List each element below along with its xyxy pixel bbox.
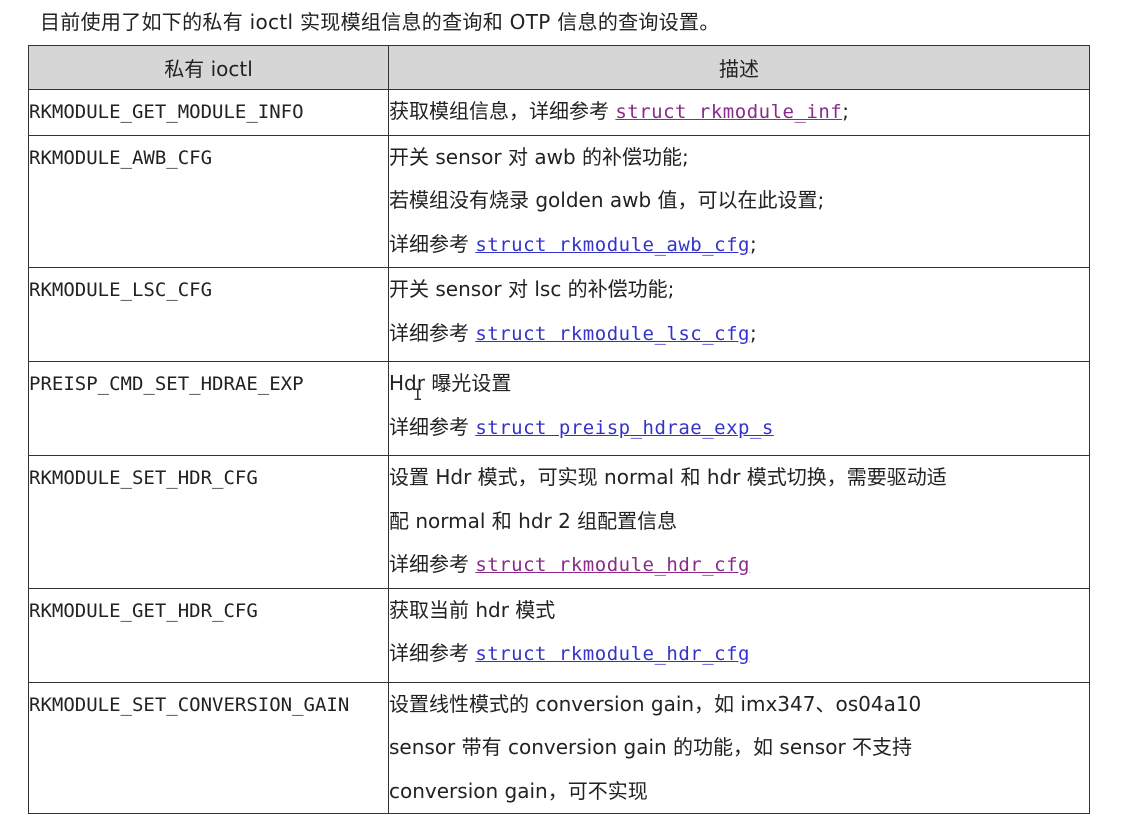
description-text: 设置 Hdr 模式，可实现 normal 和 hdr 模式切换，需要驱动适 [389,465,947,489]
description-line: 详细参考 struct rkmodule_hdr_cfg [389,632,1089,677]
table-row: RKMODULE_AWB_CFG 开关 sensor 对 awb 的补偿功能; 若模… [28,134,1090,268]
description-line: 若模组没有烧录 golden awb 值，可以在此设置; [389,179,1089,223]
struct-reference-link[interactable]: struct rkmodule_hdr_cfg [475,643,750,665]
description-text: 获取模组信息，详细参考 [389,99,616,123]
text-cursor-icon: I [413,385,423,404]
ioctl-name-cell: RKMODULE_SET_CONVERSION_GAIN [28,681,389,814]
ioctl-table: 私有 ioctl 描述 RKMODULE_GET_MODULE_INFO 获取模组… [28,45,1090,814]
description-text: conversion gain，可不实现 [389,778,648,803]
struct-reference-link[interactable]: struct rkmodule_awb_cfg [475,234,750,256]
table-header-row: 私有 ioctl 描述 [28,45,1090,90]
description-line: 详细参考 struct rkmodule_hdr_cfg [389,543,1089,588]
trailing-punctuation: ; [749,320,757,345]
ioctl-name-cell: PREISP_CMD_SET_HDRAE_EXP [28,361,389,456]
description-line: 详细参考 struct preisp_hdrae_exp_s [389,406,1089,451]
description-line: 开关 sensor 对 awb 的补偿功能; [389,136,1089,180]
struct-reference-link[interactable]: struct rkmodule_lsc_cfg [475,323,750,345]
description-text: 配 normal 和 hdr 2 组配置信息 [389,508,678,533]
description-text: 设置线性模式的 conversion gain，如 imx347、os04a10 [389,691,922,716]
ioctl-name-cell: RKMODULE_GET_MODULE_INFO [28,89,389,136]
description-text: Hdr 曝光设置 [389,371,512,395]
table-row: RKMODULE_GET_HDR_CFG 获取当前 hdr 模式 详细参考 stru… [28,587,1090,683]
description-text: 详细参考 [389,231,476,256]
description-line: 获取当前 hdr 模式 [389,589,1089,633]
description-text: 开关 sensor 对 lsc 的补偿功能; [389,277,675,301]
description-text: 详细参考 [389,641,476,665]
description-line: 设置 Hdr 模式，可实现 normal 和 hdr 模式切换，需要驱动适 [389,456,1089,500]
table-row: RKMODULE_GET_MODULE_INFO 获取模组信息，详细参考 stru… [28,89,1090,136]
description-line: Hdr 曝光设置 [389,362,1089,406]
struct-reference-link[interactable]: struct preisp_hdrae_exp_s [475,417,773,439]
description-line: 设置线性模式的 conversion gain，如 imx347、os04a10 [389,683,1089,727]
description-text: 详细参考 [389,320,476,345]
description-text: 详细参考 [389,414,476,439]
description-line: conversion gain，可不实现 [389,770,1089,814]
description-line: 获取模组信息，详细参考 struct rkmodule_inf; [389,90,1089,135]
ioctl-name-cell: RKMODULE_AWB_CFG [28,134,389,268]
description-line: 开关 sensor 对 lsc 的补偿功能; [389,268,1089,312]
intro-text: 目前使用了如下的私有 ioctl 实现模组信息的查询和 OTP 信息的查询设置。 [40,10,720,34]
struct-reference-link[interactable]: struct rkmodule_inf [615,101,842,123]
ioctl-description-cell: 开关 sensor 对 lsc 的补偿功能; 详细参考 struct rkmodu… [388,267,1090,362]
struct-reference-link[interactable]: struct rkmodule_hdr_cfg [475,554,750,576]
description-line: 详细参考 struct rkmodule_awb_cfg; [389,223,1089,268]
description-line: 配 normal 和 hdr 2 组配置信息 [389,500,1089,544]
ioctl-name-cell: RKMODULE_GET_HDR_CFG [28,587,389,683]
table-row: RKMODULE_SET_HDR_CFG 设置 Hdr 模式，可实现 normal… [28,455,1090,589]
trailing-punctuation: ; [749,231,757,256]
ioctl-description-cell: 获取当前 hdr 模式 详细参考 struct rkmodule_hdr_cfg [388,587,1090,683]
ioctl-name-cell: RKMODULE_LSC_CFG [28,267,389,362]
ioctl-name-cell: RKMODULE_SET_HDR_CFG [28,455,389,589]
description-text: 开关 sensor 对 awb 的补偿功能; [389,144,689,169]
description-line: sensor 带有 conversion gain 的功能，如 sensor 不… [389,726,1089,770]
trailing-punctuation: ; [842,99,849,123]
ioctl-description-cell: 设置线性模式的 conversion gain，如 imx347、os04a10… [388,681,1090,814]
header-description: 描述 [388,45,1090,90]
header-ioctl: 私有 ioctl [28,45,389,90]
table-row: RKMODULE_SET_CONVERSION_GAIN 设置线性模式的 conv… [28,681,1090,814]
description-text: 获取当前 hdr 模式 [389,597,556,622]
ioctl-description-cell: Hdr 曝光设置 详细参考 struct preisp_hdrae_exp_s [388,361,1090,456]
description-text: 详细参考 [389,552,476,576]
ioctl-description-cell: 获取模组信息，详细参考 struct rkmodule_inf; [388,89,1090,136]
description-text: sensor 带有 conversion gain 的功能，如 sensor 不… [389,735,913,759]
table-row: PREISP_CMD_SET_HDRAE_EXP Hdr 曝光设置 详细参考 str… [28,361,1090,456]
table-row: RKMODULE_LSC_CFG 开关 sensor 对 lsc 的补偿功能; 详细… [28,267,1090,362]
description-text: 若模组没有烧录 golden awb 值，可以在此设置; [389,188,825,212]
ioctl-description-cell: 设置 Hdr 模式，可实现 normal 和 hdr 模式切换，需要驱动适配 n… [388,455,1090,589]
description-line: 详细参考 struct rkmodule_lsc_cfg; [389,312,1089,357]
ioctl-description-cell: 开关 sensor 对 awb 的补偿功能; 若模组没有烧录 golden awb… [388,134,1090,268]
